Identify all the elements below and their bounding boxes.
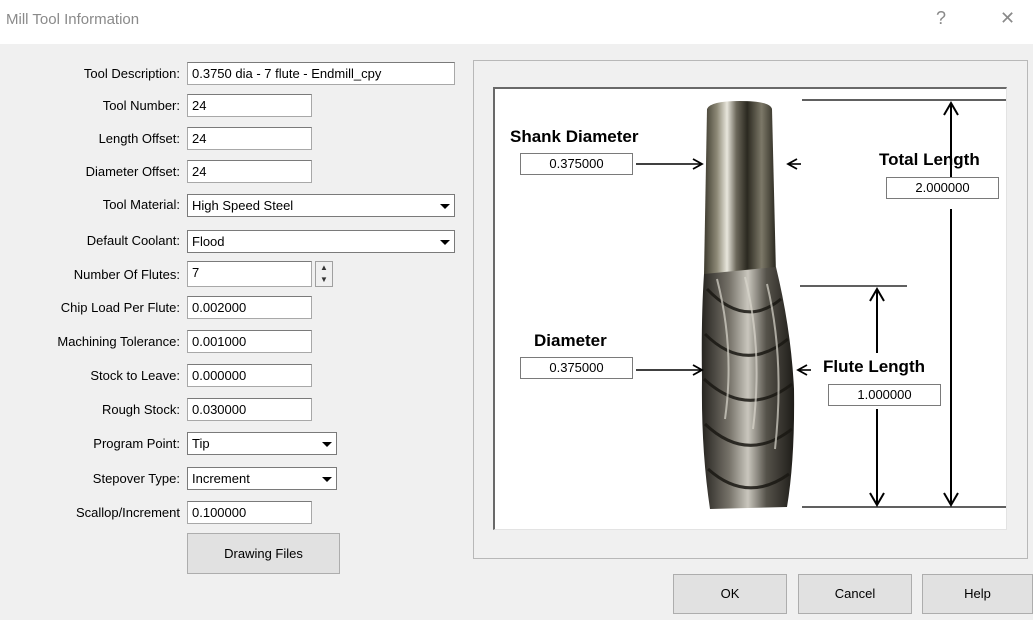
stepover-type-label: Stepover Type:	[92, 471, 180, 486]
tool-material-value: High Speed Steel	[192, 198, 294, 213]
tool-description-label: Tool Description:	[83, 66, 180, 81]
help-icon[interactable]: ?	[936, 8, 946, 29]
diameter-label: Diameter	[534, 331, 607, 350]
default-coolant-label: Default Coolant:	[86, 233, 180, 248]
window-title: Mill Tool Information	[6, 11, 140, 28]
program-point-label: Program Point:	[93, 436, 180, 451]
rough-stock-field[interactable]: 0.030000	[187, 398, 312, 421]
flutes-spinner[interactable]: ▲ ▼	[315, 261, 333, 287]
scallop-increment-field[interactable]: 0.100000	[187, 501, 312, 524]
stock-to-leave-field[interactable]: 0.000000	[187, 364, 312, 387]
length-offset-label: Length Offset:	[98, 131, 180, 146]
tool-description-field[interactable]: 0.3750 dia - 7 flute - Endmill_cpy	[187, 62, 455, 85]
spin-up-icon[interactable]: ▲	[316, 262, 332, 274]
length-offset-field[interactable]: 24	[187, 127, 312, 150]
default-coolant-value: Flood	[192, 234, 225, 249]
machining-tolerance-field[interactable]: 0.001000	[187, 330, 312, 353]
number-of-flutes-label: Number Of Flutes:	[73, 267, 180, 282]
diameter-offset-label: Diameter Offset:	[85, 164, 180, 179]
chip-load-field[interactable]: 0.002000	[187, 296, 312, 319]
number-of-flutes-field[interactable]: 7	[187, 261, 312, 287]
total-length-label: Total Length	[879, 150, 980, 169]
spin-down-icon[interactable]: ▼	[316, 274, 332, 286]
tool-number-label: Tool Number:	[102, 98, 180, 113]
diameter-field[interactable]: 0.375000	[520, 357, 633, 379]
stepover-type-value: Increment	[192, 471, 250, 486]
default-coolant-select[interactable]: Flood	[187, 230, 455, 253]
diameter-offset-field[interactable]: 24	[187, 160, 312, 183]
flute-length-label: Flute Length	[823, 357, 925, 376]
total-length-field[interactable]: 2.000000	[886, 177, 999, 199]
flute-length-field[interactable]: 1.000000	[828, 384, 941, 406]
chip-load-label: Chip Load Per Flute:	[60, 300, 180, 315]
chevron-down-icon[interactable]	[435, 232, 453, 251]
tool-number-field[interactable]: 24	[187, 94, 312, 117]
title-bar: Mill Tool Information ? ✕	[0, 0, 1033, 44]
close-icon[interactable]: ✕	[1000, 8, 1015, 29]
ok-button[interactable]: OK	[673, 574, 787, 614]
help-button[interactable]: Help	[922, 574, 1033, 614]
program-point-value: Tip	[192, 436, 210, 451]
machining-tolerance-label: Machining Tolerance:	[57, 334, 180, 349]
shank-diameter-field[interactable]: 0.375000	[520, 153, 633, 175]
cancel-button[interactable]: Cancel	[798, 574, 912, 614]
chevron-down-icon[interactable]	[435, 196, 453, 215]
tool-material-label: Tool Material:	[102, 197, 180, 212]
rough-stock-label: Rough Stock:	[101, 402, 180, 417]
drawing-files-button[interactable]: Drawing Files	[187, 533, 340, 574]
stock-to-leave-label: Stock to Leave:	[90, 368, 180, 383]
stepover-type-select[interactable]: Increment	[187, 467, 337, 490]
program-point-select[interactable]: Tip	[187, 432, 337, 455]
shank-diameter-label: Shank Diameter	[510, 127, 639, 146]
scallop-increment-label: Scallop/Increment	[75, 505, 180, 520]
chevron-down-icon[interactable]	[317, 469, 335, 488]
chevron-down-icon[interactable]	[317, 434, 335, 453]
tool-material-select[interactable]: High Speed Steel	[187, 194, 455, 217]
